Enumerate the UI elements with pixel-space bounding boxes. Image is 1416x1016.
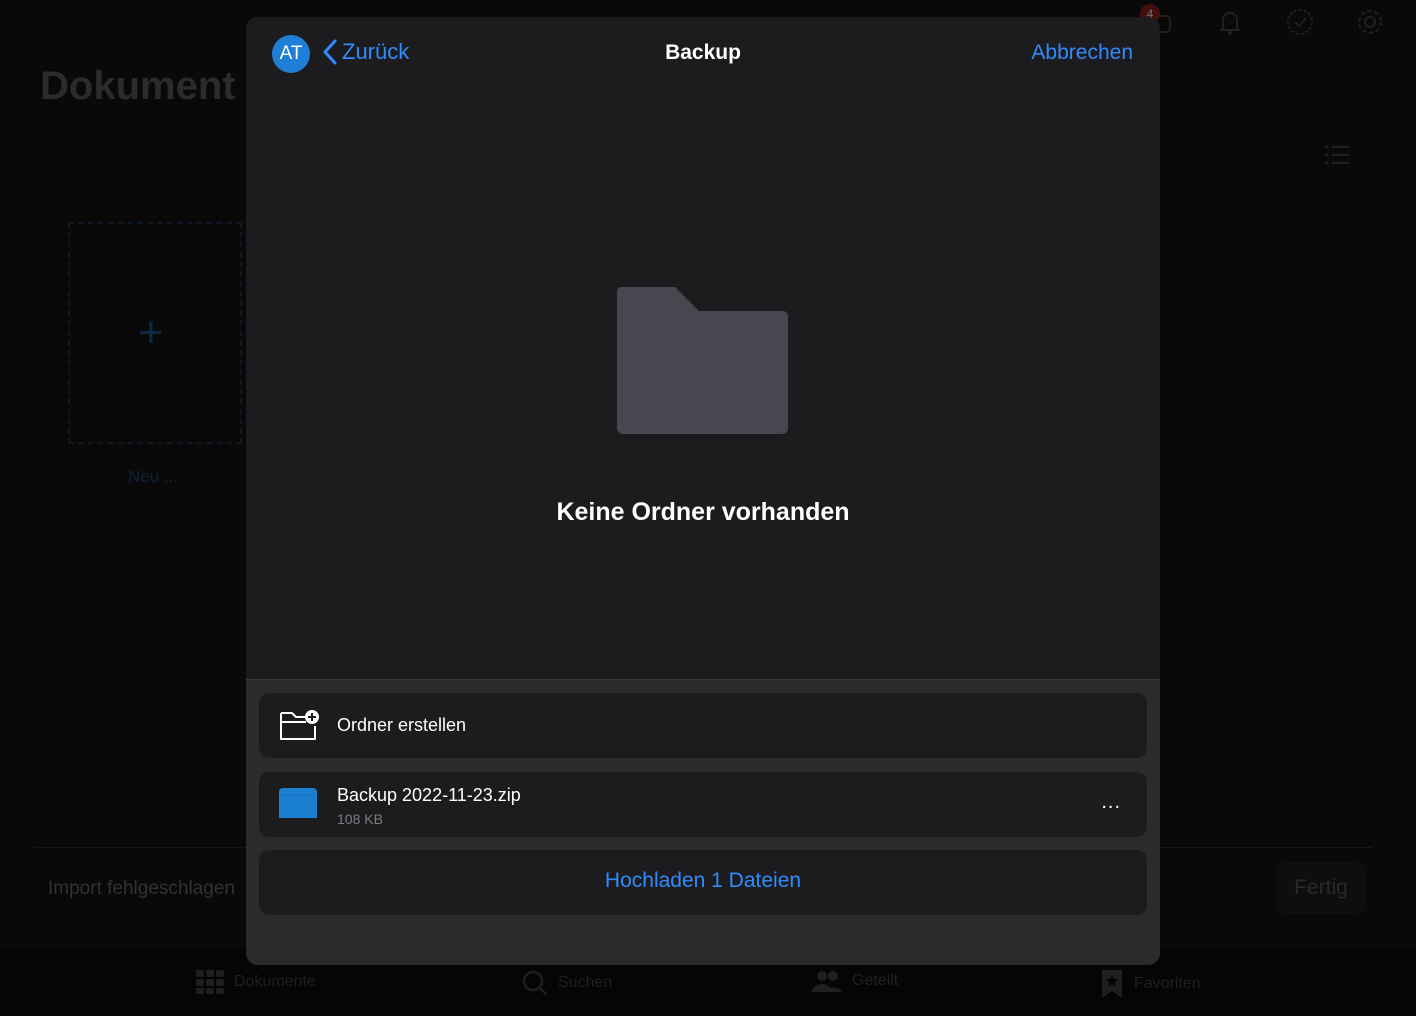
empty-folder-icon: [617, 287, 789, 440]
empty-state-message: Keine Ordner vorhanden: [556, 498, 850, 526]
create-folder-label: Ordner erstellen: [337, 715, 467, 735]
create-folder-button[interactable]: Ordner erstellen: [259, 693, 1147, 758]
cancel-button[interactable]: Abbrechen: [1031, 41, 1133, 65]
upload-button-label: Hochladen 1 Dateien: [604, 869, 802, 892]
file-size: 108 KB: [337, 811, 383, 827]
folder-picker-modal: AT Zurück Backup Abbrechen Keine Ordner …: [246, 17, 1160, 965]
file-name: Backup 2022-11-23.zip: [337, 785, 521, 805]
folder-add-icon: [279, 708, 321, 747]
action-sheet: Ordner erstellen Backup 2022-11-23.zip 1…: [246, 679, 1160, 965]
folder-file-icon: [277, 786, 319, 825]
upload-button[interactable]: Hochladen 1 Dateien: [259, 850, 1147, 915]
more-options-button[interactable]: ...: [1101, 791, 1121, 814]
modal-title: Backup: [665, 41, 741, 64]
file-row: Backup 2022-11-23.zip 108 KB ...: [259, 772, 1147, 837]
